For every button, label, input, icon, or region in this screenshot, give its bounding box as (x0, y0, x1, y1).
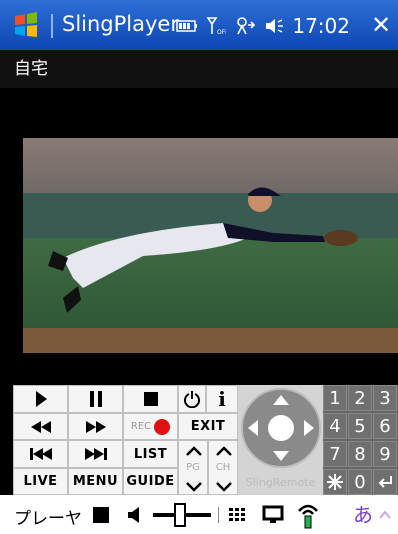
title-bar: SlingPlayer OFF 17:02 ✕ (0, 0, 398, 50)
volume-slider[interactable] (153, 503, 211, 527)
taskbar: プレーヤ あ (0, 495, 398, 534)
connectivity-icon[interactable] (234, 16, 256, 36)
status-icons: OFF 17:02 (176, 14, 350, 38)
key-1[interactable]: 1 (323, 385, 347, 411)
sling-remote-label: SlingRemote (245, 476, 316, 489)
guide-label: GUIDE (126, 474, 175, 489)
key-9[interactable]: 9 (373, 441, 397, 467)
list-label: LIST (133, 446, 168, 462)
rewind-icon (30, 420, 51, 433)
key-5[interactable]: 5 (348, 413, 372, 439)
clock[interactable]: 17:02 (292, 14, 350, 38)
exit-button[interactable]: EXIT (178, 413, 238, 440)
pause-icon (89, 391, 102, 407)
stop-square-icon[interactable] (92, 506, 110, 524)
guide-button[interactable]: GUIDE (123, 468, 178, 495)
record-label: REC (130, 421, 152, 432)
rewind-button[interactable] (13, 413, 68, 440)
skip-forward-icon (84, 448, 107, 460)
page-up-icon (186, 446, 202, 456)
app-title: SlingPlayer (62, 12, 179, 36)
title-separator (51, 14, 53, 38)
video-frame (23, 138, 398, 353)
key-6[interactable]: 6 (373, 413, 397, 439)
svg-text:OFF: OFF (217, 29, 226, 36)
svg-text:あ: あ (353, 503, 373, 527)
key-3[interactable]: 3 (373, 385, 397, 411)
video-area[interactable] (13, 88, 398, 385)
page-label: PG (186, 462, 200, 473)
fast-forward-button[interactable] (68, 413, 123, 440)
input-method-icon[interactable]: あ (352, 502, 392, 528)
dpad-panel: SlingRemote (238, 385, 323, 495)
snowflake-key[interactable] (323, 469, 347, 495)
wireless-signal-icon[interactable] (296, 501, 320, 529)
channel-label: CH (215, 462, 231, 473)
player-mode-label[interactable]: プレーヤ (14, 504, 82, 529)
key-0[interactable]: 0 (348, 469, 372, 495)
fast-forward-icon (85, 420, 106, 433)
play-button[interactable] (13, 385, 68, 413)
screen-icon[interactable] (262, 505, 286, 525)
location-label: 自宅 (0, 50, 398, 88)
snowflake-icon (327, 474, 343, 490)
key-4[interactable]: 4 (323, 413, 347, 439)
stop-button[interactable] (123, 385, 178, 413)
live-button[interactable]: LIVE (13, 468, 68, 495)
enter-icon (378, 476, 392, 488)
key-7[interactable]: 7 (323, 441, 347, 467)
dpad[interactable] (240, 387, 322, 469)
page-down-icon (186, 482, 202, 492)
signal-off-icon[interactable]: OFF (206, 16, 226, 36)
exit-label: EXIT (190, 419, 226, 434)
speaker-icon[interactable] (127, 505, 143, 525)
info-button[interactable]: i (206, 385, 238, 413)
page-rocker[interactable]: PG (178, 440, 208, 495)
battery-icon[interactable] (176, 19, 198, 33)
power-button[interactable] (178, 385, 206, 413)
key-2[interactable]: 2 (348, 385, 372, 411)
skip-forward-button[interactable] (68, 440, 123, 468)
windows-start-icon[interactable] (13, 12, 39, 38)
key-8[interactable]: 8 (348, 441, 372, 467)
taskbar-divider (218, 507, 219, 523)
record-button[interactable]: REC (123, 413, 178, 440)
channel-rocker[interactable]: CH (208, 440, 238, 495)
remote-controls: i REC EXIT LIST LIVE MENU GUIDE PG CH Sl… (13, 385, 398, 495)
play-icon (35, 391, 47, 407)
info-label: i (218, 387, 226, 411)
stop-icon (143, 392, 158, 406)
grid-icon[interactable] (228, 507, 246, 523)
pause-button[interactable] (68, 385, 123, 413)
list-button[interactable]: LIST (123, 440, 178, 468)
menu-label: MENU (72, 474, 119, 489)
live-label: LIVE (23, 474, 58, 489)
enter-key[interactable] (373, 469, 397, 495)
volume-icon[interactable] (264, 16, 284, 36)
skip-back-button[interactable] (13, 440, 68, 468)
skip-back-icon (29, 448, 52, 460)
channel-up-icon (216, 446, 232, 456)
record-dot-icon (154, 418, 171, 435)
menu-button[interactable]: MENU (68, 468, 123, 495)
power-icon (184, 391, 200, 408)
channel-down-icon (216, 482, 232, 492)
close-button[interactable]: ✕ (364, 11, 398, 39)
numpad: 1 2 3 4 5 6 7 8 9 0 (323, 385, 398, 495)
